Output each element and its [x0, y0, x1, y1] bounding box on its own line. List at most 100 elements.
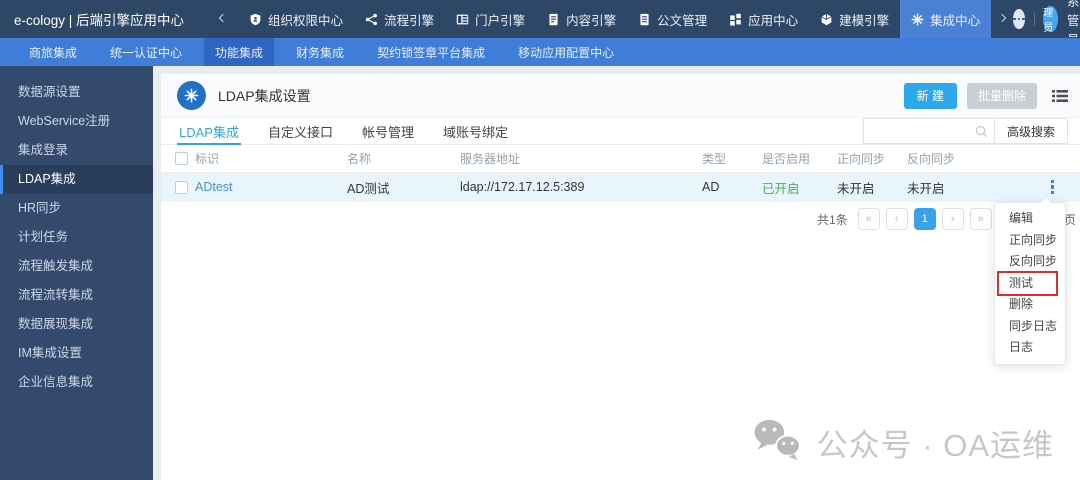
subnav-mobile-config[interactable]: 移动应用配置中心 [507, 38, 625, 66]
chevron-left-icon [218, 13, 228, 22]
search-icon [975, 125, 994, 138]
top-nav-label: 集成中心 [930, 13, 981, 28]
top-nav: 组织权限中心 流程引擎 门户引擎 内容引擎 公文管理 应用中心 建模引擎 集成中… [238, 0, 992, 38]
row-context-menu: 编辑 正向同步 反向同步 测试 删除 同步日志 日志 [994, 196, 1066, 365]
top-nav-integration[interactable]: 集成中心 [900, 0, 992, 38]
sidebar-item-data-display[interactable]: 数据展现集成 [0, 310, 153, 339]
sidebar-item-webservice[interactable]: WebService注册 [0, 107, 153, 136]
app-logo: e-cology | 后端引擎应用中心 [14, 13, 185, 28]
document-icon [547, 13, 560, 26]
row-actions-menu-icon[interactable] [1048, 177, 1058, 198]
table-header: 标识 名称 服务器地址 类型 是否启用 正向同步 反向同步 [161, 145, 1080, 173]
col-header-server: 服务器地址 [460, 152, 521, 166]
pagination: 共1条 « ‹ 1 › » 10 条/页 [161, 202, 1080, 236]
row-checkbox[interactable] [174, 180, 188, 194]
pagination-page-1[interactable]: 1 [913, 208, 936, 230]
nav-collapse-left[interactable] [214, 0, 232, 38]
more-menu-icon[interactable] [1013, 9, 1025, 29]
wechat-icon [751, 418, 803, 467]
cube-icon [820, 13, 833, 26]
sidebar: 数据源设置 WebService注册 集成登录 LDAP集成 HR同步 计划任务… [0, 66, 153, 480]
col-header-id: 标识 [195, 152, 220, 166]
sidebar-item-ldap[interactable]: LDAP集成 [0, 165, 153, 194]
batch-delete-button[interactable]: 批量删除 [966, 82, 1037, 109]
top-nav-workflow[interactable]: 流程引擎 [354, 0, 445, 38]
header-actions: 新 建 批量删除 [903, 82, 1068, 109]
select-all-checkbox[interactable] [174, 152, 188, 165]
panel-header: LDAP集成设置 新 建 批量删除 [161, 74, 1080, 118]
row-reverse-sync: 未开启 [907, 181, 945, 196]
subnav-finance[interactable]: 财务集成 [285, 38, 355, 66]
sidebar-item-datasource[interactable]: 数据源设置 [0, 78, 153, 107]
top-nav-label: 公文管理 [657, 13, 708, 28]
new-button[interactable]: 新 建 [903, 82, 957, 109]
row-id-link[interactable]: ADtest [195, 180, 233, 194]
shield-icon [249, 13, 262, 26]
sidebar-item-workflow-flow[interactable]: 流程流转集成 [0, 281, 153, 310]
select-all-cell [167, 152, 195, 165]
menu-item-forward-sync[interactable]: 正向同步 [995, 230, 1065, 252]
top-nav-label: 组织权限中心 [268, 13, 344, 28]
divider [1033, 12, 1035, 26]
top-nav-portal[interactable]: 门户引擎 [445, 0, 536, 38]
sidebar-item-workflow-trigger[interactable]: 流程触发集成 [0, 252, 153, 281]
main-area: 数据源设置 WebService注册 集成登录 LDAP集成 HR同步 计划任务… [0, 66, 1080, 480]
row-enabled-status: 已开启 [762, 181, 800, 196]
menu-item-log[interactable]: 日志 [995, 337, 1065, 359]
col-header-type: 类型 [702, 152, 727, 166]
tabs-row: LDAP集成 自定义接口 帐号管理 域账号绑定 高级搜索 [161, 118, 1080, 145]
col-header-forward-sync: 正向同步 [837, 152, 886, 166]
row-forward-sync: 未开启 [837, 181, 875, 196]
list-view-icon[interactable] [1052, 89, 1068, 103]
row-server-address: ldap://172.17.12.5:389 [460, 180, 585, 194]
menu-item-reverse-sync[interactable]: 反向同步 [995, 251, 1065, 273]
page-title: LDAP集成设置 [218, 87, 311, 104]
sidebar-item-hr-sync[interactable]: HR同步 [0, 194, 153, 223]
col-header-enabled: 是否启用 [762, 152, 811, 166]
sidebar-item-sso-login[interactable]: 集成登录 [0, 136, 153, 165]
menu-item-test[interactable]: 测试 [995, 270, 1065, 296]
table-row: ADtest AD测试 ldap://172.17.12.5:389 AD 已开… [161, 173, 1080, 202]
sidebar-item-enterprise-info[interactable]: 企业信息集成 [0, 368, 153, 397]
pagination-prev-button[interactable]: ‹ [885, 208, 908, 230]
top-nav-docs[interactable]: 公文管理 [627, 0, 718, 38]
advanced-search-button[interactable]: 高级搜索 [994, 118, 1068, 144]
red-annotation-box [997, 270, 1058, 296]
top-nav-label: 流程引擎 [384, 13, 435, 28]
tab-account-management[interactable]: 帐号管理 [362, 118, 414, 144]
top-nav-modeling[interactable]: 建模引擎 [809, 0, 900, 38]
pagination-first-button[interactable]: « [857, 208, 880, 230]
nav-scroll-right[interactable] [991, 0, 1013, 38]
sidebar-item-scheduled-tasks[interactable]: 计划任务 [0, 223, 153, 252]
avatar[interactable]: 理员 [1043, 6, 1058, 34]
subnav-travel[interactable]: 商旅集成 [18, 38, 88, 66]
menu-item-edit[interactable]: 编辑 [995, 208, 1065, 230]
top-bar: e-cology | 后端引擎应用中心 组织权限中心 流程引擎 门户引擎 内容引… [0, 0, 1080, 47]
col-header-name: 名称 [347, 152, 372, 166]
content-area: LDAP集成设置 新 建 批量删除 LDAP集成 自定义接口 帐号管理 域账号绑… [153, 66, 1080, 480]
top-nav-org[interactable]: 组织权限中心 [238, 0, 354, 38]
tab-ldap-integration[interactable]: LDAP集成 [177, 118, 241, 145]
tab-domain-account-binding[interactable]: 域账号绑定 [443, 118, 508, 144]
subnav-auth-center[interactable]: 统一认证中心 [99, 38, 193, 66]
row-type: AD [702, 180, 720, 194]
tab-custom-interface[interactable]: 自定义接口 [268, 118, 333, 144]
workflow-icon [365, 13, 378, 26]
grid-icon [729, 13, 742, 26]
chevron-right-icon [997, 13, 1007, 22]
pagination-next-button[interactable]: › [941, 208, 964, 230]
search-input[interactable] [863, 119, 975, 143]
pagination-last-button[interactable]: » [969, 208, 992, 230]
subnav-esign[interactable]: 契约锁签章平台集成 [366, 38, 496, 66]
sidebar-item-im-settings[interactable]: IM集成设置 [0, 339, 153, 368]
top-nav-label: 应用中心 [748, 13, 799, 28]
top-nav-content[interactable]: 内容引擎 [536, 0, 627, 38]
subnav-function-integration[interactable]: 功能集成 [204, 38, 275, 66]
top-nav-apps[interactable]: 应用中心 [718, 0, 809, 38]
search-box [862, 118, 995, 144]
menu-item-delete[interactable]: 删除 [995, 294, 1065, 316]
top-nav-label: 内容引擎 [566, 13, 617, 28]
menu-item-sync-log[interactable]: 同步日志 [995, 316, 1065, 338]
ldap-settings-panel: LDAP集成设置 新 建 批量删除 LDAP集成 自定义接口 帐号管理 域账号绑… [161, 74, 1080, 480]
row-name: AD测试 [347, 181, 390, 196]
